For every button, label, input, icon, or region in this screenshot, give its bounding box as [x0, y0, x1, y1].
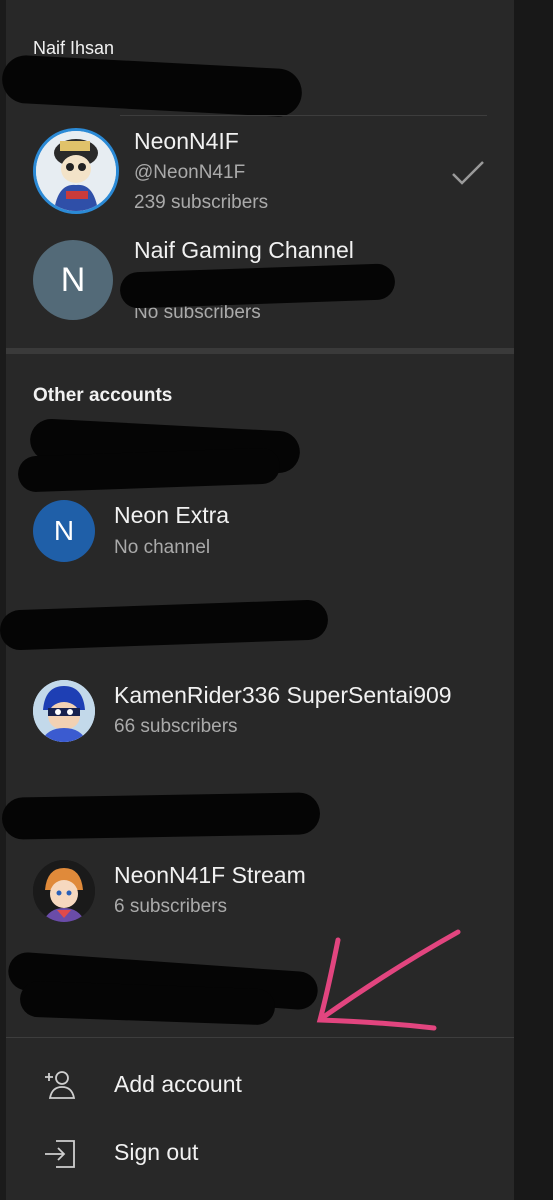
add-account-label: Add account — [114, 1071, 242, 1097]
avatar-letter: N — [53, 515, 75, 546]
channel-avatar — [33, 128, 119, 214]
channel-avatar — [33, 860, 95, 922]
sign-out-icon — [45, 1140, 75, 1168]
redaction-mark — [1, 792, 321, 840]
cartoon-avatar-image — [33, 680, 95, 742]
cartoon-avatar-image — [33, 860, 95, 922]
other-accounts-title: Other accounts — [33, 385, 173, 406]
divider — [6, 1037, 514, 1038]
account-item-kamenrider336[interactable]: KamenRider336 SuperSentai909 66 subscrib… — [6, 670, 514, 760]
subscriber-count: 239 subscribers — [134, 192, 269, 213]
account-name: Naif Gaming Channel — [134, 237, 354, 263]
avatar-letter: N — [60, 260, 86, 299]
account-handle: @NeonN41F — [134, 162, 246, 183]
sign-out-label: Sign out — [114, 1139, 199, 1165]
account-subtitle: No channel — [114, 537, 211, 558]
account-item-neon-extra[interactable]: N Neon Extra No channel — [6, 490, 514, 580]
subscriber-count: 6 subscribers — [114, 896, 227, 917]
divider — [120, 115, 487, 116]
add-account-button[interactable]: Add account — [6, 1055, 514, 1115]
letter-avatar: N — [33, 500, 95, 562]
annotation-arrow — [316, 929, 461, 1031]
section-divider — [6, 348, 514, 354]
background-dim — [514, 0, 553, 1200]
subscriber-count: 66 subscribers — [114, 716, 238, 737]
cartoon-avatar-image — [36, 131, 116, 211]
letter-avatar: N — [33, 240, 113, 320]
channel-avatar — [33, 680, 95, 742]
account-name: Neon Extra — [114, 502, 230, 528]
account-name: NeonN4IF — [134, 128, 239, 154]
checkmark-icon — [452, 161, 484, 185]
add-person-icon — [45, 1071, 76, 1099]
account-item-neonn4if[interactable]: NeonN4IF @NeonN41F 239 subscribers — [6, 120, 514, 230]
sign-out-button[interactable]: Sign out — [6, 1123, 514, 1183]
account-name: KamenRider336 SuperSentai909 — [114, 682, 452, 708]
account-name: NeonN41F Stream — [114, 862, 306, 888]
